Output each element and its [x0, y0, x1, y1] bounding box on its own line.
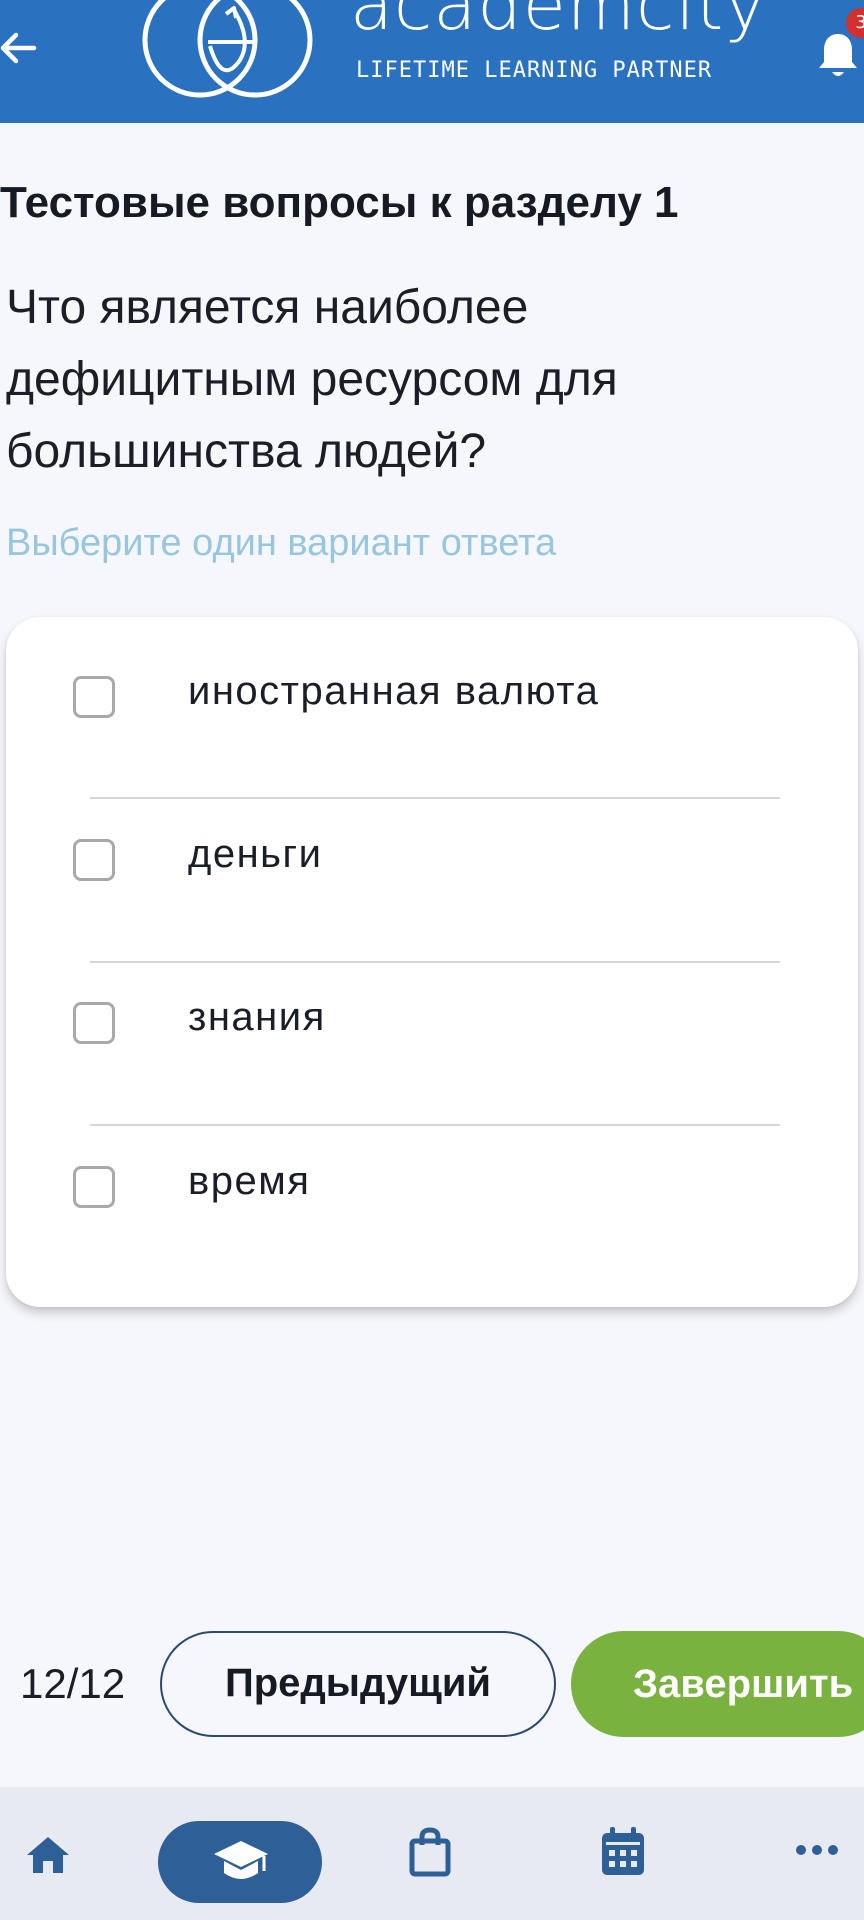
answer-checkbox[interactable]: [73, 676, 115, 718]
finish-button[interactable]: Завершить: [571, 1631, 864, 1737]
answer-checkbox[interactable]: [73, 1002, 115, 1044]
answer-option[interactable]: иностранная валюта: [6, 617, 858, 780]
app-header: academcity LIFETIME LEARNING PARTNER 3: [0, 0, 864, 123]
nav-item-shop[interactable]: [390, 1787, 480, 1920]
nav-item-calendar[interactable]: [580, 1787, 670, 1920]
nav-item-courses[interactable]: [158, 1821, 322, 1903]
question-text: Что является наиболее дефицитным ресурсо…: [6, 281, 618, 478]
calendar-icon: [602, 1827, 644, 1875]
answer-option-label: время: [188, 1159, 311, 1203]
home-icon: [27, 1837, 69, 1873]
answer-option[interactable]: знания: [6, 943, 858, 1106]
answer-options-card: иностранная валюта деньги знания время: [6, 617, 858, 1307]
shopping-bag-icon: [409, 1827, 451, 1877]
answer-option[interactable]: деньги: [6, 780, 858, 943]
quiz-screen: academcity LIFETIME LEARNING PARTNER 3 Т…: [0, 0, 864, 1920]
brand-name: academcity: [350, 0, 767, 46]
question-counter: 12/12: [20, 1660, 126, 1707]
answer-hint: Выберите один вариант ответа: [6, 522, 557, 564]
graduation-cap-icon: [214, 1841, 268, 1879]
answer-option-label: деньги: [188, 832, 323, 876]
more-icon: [796, 1845, 838, 1855]
academcity-logo-icon: [142, 0, 313, 98]
answer-checkbox[interactable]: [73, 839, 115, 881]
answer-option[interactable]: время: [6, 1107, 858, 1270]
answer-checkbox[interactable]: [73, 1166, 115, 1208]
previous-button[interactable]: Предыдущий: [160, 1631, 556, 1737]
brand-tagline: LIFETIME LEARNING PARTNER: [356, 58, 713, 83]
answer-option-label: знания: [188, 995, 326, 1039]
section-title: Тестовые вопросы к разделу 1: [0, 178, 679, 227]
nav-item-more[interactable]: [780, 1787, 864, 1920]
answer-option-label: иностранная валюта: [188, 669, 600, 713]
back-arrow-icon[interactable]: [0, 22, 46, 74]
nav-item-home[interactable]: [0, 1787, 100, 1920]
bottom-navigation: [0, 1787, 864, 1920]
